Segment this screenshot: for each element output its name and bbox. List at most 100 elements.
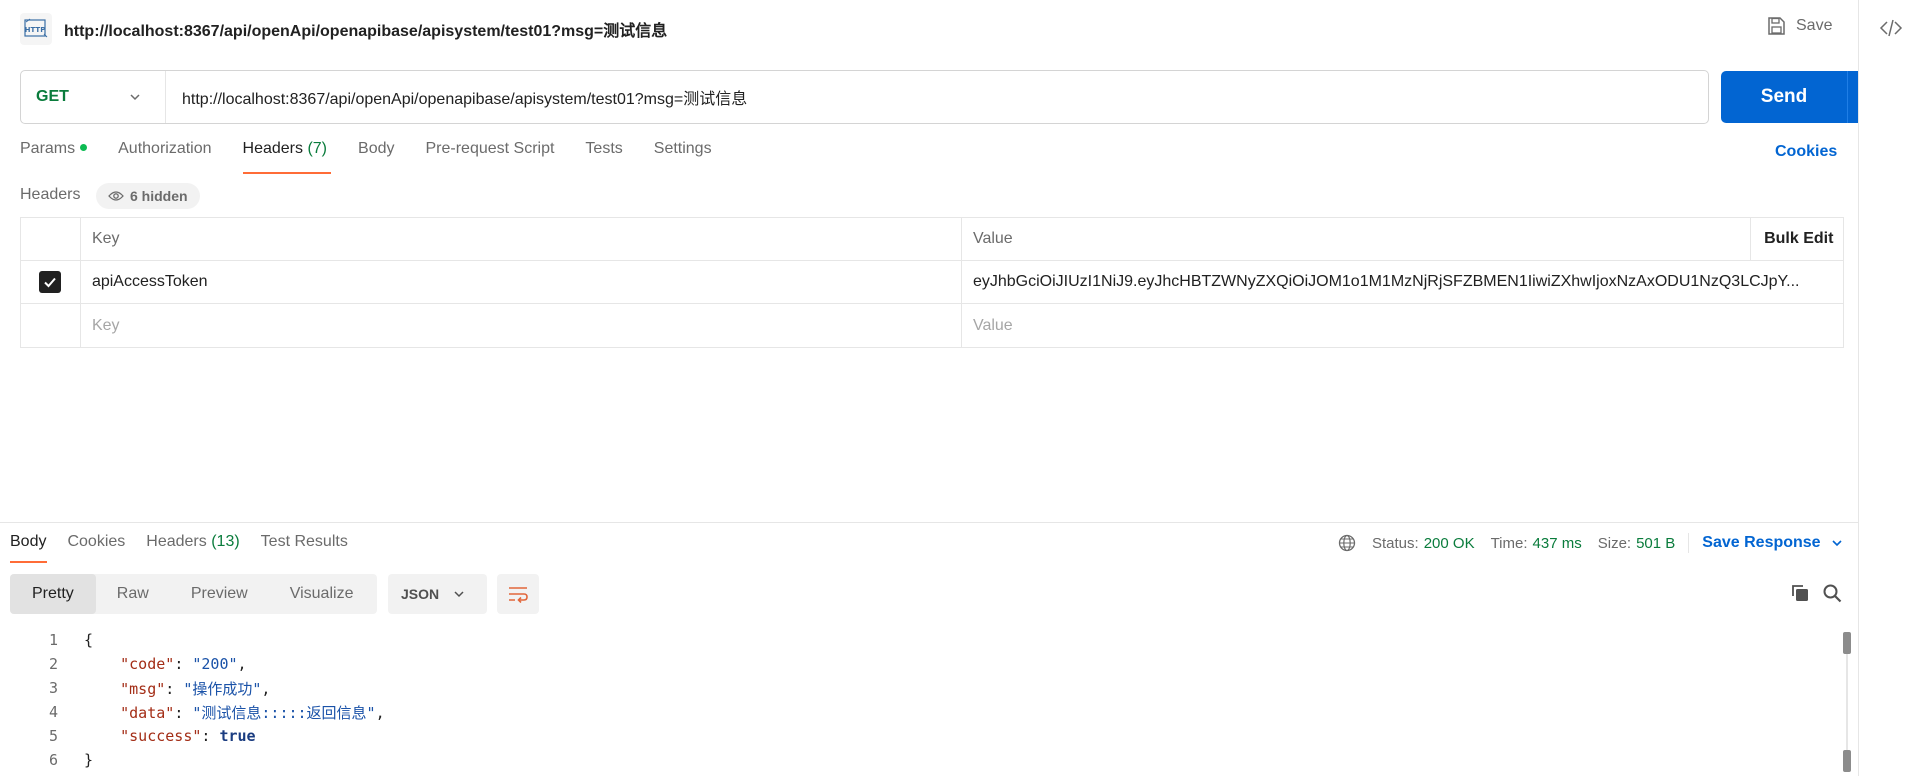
http-icon: HTTP (20, 13, 52, 45)
method-select[interactable]: GET (21, 71, 166, 123)
globe-icon[interactable] (1338, 534, 1356, 552)
code-text: "success": true (84, 727, 256, 745)
copy-icon[interactable] (1790, 583, 1810, 603)
save-response-label: Save Response (1702, 534, 1821, 551)
chevron-down-icon (1832, 540, 1842, 547)
code-line: 4 "data": "测试信息:::::返回信息", (0, 700, 1840, 724)
row-checkbox[interactable] (39, 271, 62, 293)
code-line: 6} (0, 748, 1840, 772)
scroll-down-thumb[interactable] (1843, 750, 1851, 772)
size-value[interactable]: 501 B (1636, 535, 1675, 552)
tab-settings[interactable]: Settings (654, 140, 712, 174)
tab-headers-count: (7) (307, 140, 328, 157)
scroll-track (1846, 654, 1848, 750)
response-view-toggle: Pretty Raw Preview Visualize (10, 574, 377, 614)
code-token: : (165, 679, 184, 698)
table-row-empty: Key Value (21, 304, 1843, 347)
wrap-lines-icon (509, 587, 528, 603)
headers-table-header: Key Value Bulk Edit (21, 218, 1843, 261)
resp-tab-cookies[interactable]: Cookies (67, 533, 125, 565)
code-token: , (261, 679, 271, 698)
svg-text:HTTP: HTTP (25, 26, 46, 34)
save-icon (1768, 17, 1785, 35)
format-select[interactable]: JSON (388, 574, 487, 614)
line-number: 4 (48, 703, 58, 721)
request-workspace: HTTP http://localhost:8367/api/openApi/o… (0, 0, 1887, 776)
code-token: "code" (120, 655, 175, 673)
code-token: { (84, 631, 94, 649)
tab-params[interactable]: Params (20, 140, 88, 174)
code-token: "测试信息:::::返回信息" (192, 703, 376, 722)
code-token: "data" (120, 703, 175, 722)
send-button[interactable]: Send (1721, 86, 1847, 108)
line-number: 5 (48, 727, 58, 745)
resp-tab-test-results[interactable]: Test Results (261, 533, 348, 565)
resp-tab-headers-label: Headers (146, 533, 207, 550)
tab-authorization[interactable]: Authorization (118, 140, 211, 174)
response-meta: Status: 200 OK Time: 437 ms Size: 501 B … (1338, 533, 1843, 553)
new-value-input[interactable]: Value (962, 304, 1843, 347)
code-token: "操作成功" (183, 679, 262, 698)
hidden-headers-label: 6 hidden (130, 188, 188, 204)
chevron-down-icon (130, 94, 140, 101)
status-value[interactable]: 200 OK (1424, 535, 1475, 552)
view-raw[interactable]: Raw (96, 574, 170, 614)
request-title-row: HTTP http://localhost:8367/api/openApi/o… (20, 12, 667, 46)
code-text: "data": "测试信息:::::返回信息", (84, 702, 385, 723)
response-divider[interactable] (0, 522, 1858, 523)
response-scrollbar[interactable] (1843, 632, 1851, 776)
table-row: apiAccessToken eyJhbGciOiJIUzI1NiJ9.eyJh… (21, 261, 1843, 304)
code-snippet-icon[interactable] (1879, 16, 1903, 40)
scroll-up-thumb[interactable] (1843, 632, 1851, 654)
url-input[interactable]: http://localhost:8367/api/openApi/openap… (166, 85, 747, 109)
response-tabs: Body Cookies Headers (13) Test Results (10, 533, 369, 565)
line-number: 1 (48, 631, 58, 649)
tab-prerequest-script[interactable]: Pre-request Script (425, 140, 554, 174)
resp-tab-headers[interactable]: Headers (13) (146, 533, 239, 565)
view-visualize[interactable]: Visualize (269, 574, 375, 614)
header-key-cell[interactable]: apiAccessToken (81, 261, 962, 303)
line-number: 3 (48, 679, 58, 697)
headers-section-label: Headers (20, 186, 81, 203)
new-key-input[interactable]: Key (81, 304, 962, 347)
tab-tests[interactable]: Tests (585, 140, 622, 174)
view-pretty[interactable]: Pretty (10, 574, 96, 614)
hidden-headers-toggle[interactable]: 6 hidden (96, 183, 200, 209)
tab-headers[interactable]: Headers (7) (242, 140, 331, 174)
check-icon (44, 277, 57, 288)
code-line: 5 "success": true (0, 724, 1840, 748)
tab-body[interactable]: Body (358, 140, 394, 174)
time-value[interactable]: 437 ms (1533, 535, 1582, 552)
response-body-editor[interactable]: 1{2 "code": "200", 3 "msg": "操作成功", 4 "dat… (0, 628, 1840, 772)
resp-headers-count: (13) (211, 533, 240, 550)
bulk-edit-button[interactable]: Bulk Edit (1751, 218, 1843, 260)
code-line: 2 "code": "200", (0, 652, 1840, 676)
code-token: true (219, 727, 256, 745)
code-text: "msg": "操作成功", (84, 678, 270, 699)
code-token: "200" (192, 655, 238, 673)
wrap-lines-button[interactable] (497, 574, 539, 614)
code-token: : (201, 727, 220, 745)
header-value-cell[interactable]: eyJhbGciOiJIUzI1NiJ9.eyJhcHBTZWNyZXQiOiJ… (962, 261, 1843, 303)
column-value: Value (962, 218, 1752, 260)
right-sidebar (1858, 0, 1919, 776)
eye-icon (108, 191, 124, 201)
code-text: "code": "200", (84, 655, 246, 673)
request-title[interactable]: http://localhost:8367/api/openApi/openap… (64, 17, 667, 41)
code-text: { (84, 631, 93, 649)
cookies-link[interactable]: Cookies (1775, 143, 1837, 161)
code-token: : (174, 655, 193, 673)
search-icon[interactable] (1822, 583, 1842, 603)
save-response-button[interactable]: Save Response (1702, 534, 1842, 552)
request-tabs: Params Authorization Headers (7) Body Pr… (20, 140, 743, 174)
code-line: 3 "msg": "操作成功", (0, 676, 1840, 700)
save-button[interactable]: Save (1766, 16, 1832, 36)
row-checkbox-cell (21, 304, 81, 347)
meta-divider (1688, 533, 1690, 553)
view-preview[interactable]: Preview (170, 574, 269, 614)
resp-tab-body[interactable]: Body (10, 533, 48, 565)
code-token: "success" (120, 727, 202, 745)
column-key: Key (81, 218, 962, 260)
